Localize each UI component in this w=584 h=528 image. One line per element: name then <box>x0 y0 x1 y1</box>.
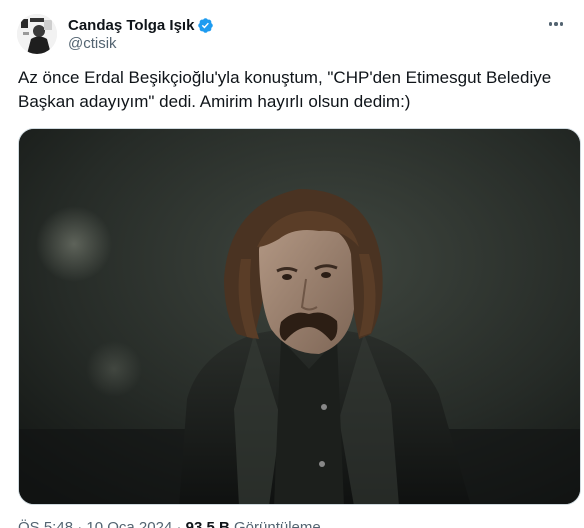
more-dot-icon <box>548 22 553 26</box>
views-label: Görüntüleme <box>229 519 321 528</box>
more-dot-icon <box>559 22 564 26</box>
tweet-text-line: Başkan adayıyım" dedi. Amirim hayırlı ol… <box>18 92 411 111</box>
views-count: 93,5 B <box>185 519 230 528</box>
meta-separator: · <box>172 519 186 528</box>
avatar-image <box>17 14 57 54</box>
verified-badge-icon <box>198 17 214 33</box>
tweet-media-photo[interactable] <box>18 128 581 505</box>
tweet-card: Candaş Tolga Işık @ctisik Az önce Erdal … <box>0 0 584 528</box>
author-handle[interactable]: @ctisik <box>68 35 117 52</box>
tweet-date[interactable]: 10 Oca 2024 <box>86 519 172 528</box>
tweet-time[interactable]: ÖS 5:48 <box>18 519 73 528</box>
author-display-name[interactable]: Candaş Tolga Işık <box>68 17 194 34</box>
more-dot-icon <box>554 22 558 26</box>
meta-separator: · <box>73 519 87 528</box>
tweet-text: Az önce Erdal Beşikçioğlu'yla konuştum, … <box>18 66 578 114</box>
avatar[interactable] <box>17 14 57 54</box>
tweet-text-line: Az önce Erdal Beşikçioğlu'yla konuştum, … <box>18 68 552 87</box>
author-name-row[interactable]: Candaş Tolga Işık <box>68 15 214 35</box>
photo-of-man-in-leather-jacket <box>19 129 580 504</box>
more-options-button[interactable] <box>546 17 566 31</box>
tweet-meta: ÖS 5:48 · 10 Oca 2024 · 93,5 B Görüntüle… <box>18 519 321 528</box>
